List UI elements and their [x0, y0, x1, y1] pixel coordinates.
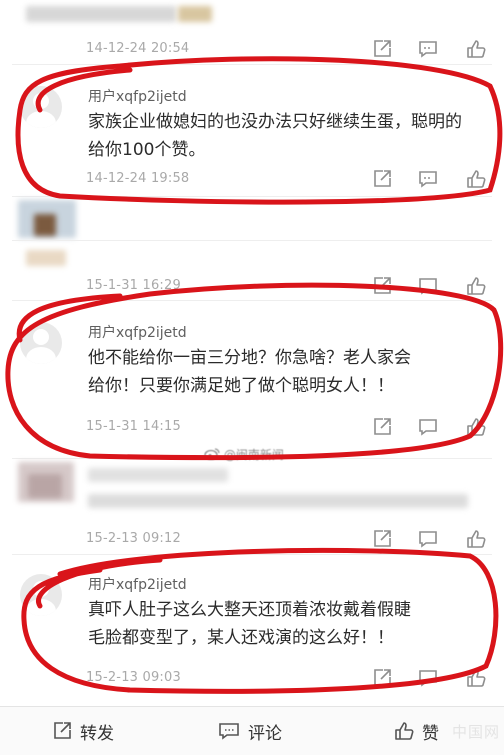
- bottom-action-bar: 转发 评论 赞 中国网: [0, 706, 504, 755]
- like-button[interactable]: 赞: [394, 719, 439, 744]
- corner-watermark: 中国网: [452, 723, 501, 741]
- annotation-circle: [15, 56, 503, 205]
- comment-icon: [219, 723, 239, 740]
- comment-feed-screenshot: 14-12-24 20:54 用户xqfp2ijetd 家族企业做媳妇的也没办法…: [0, 0, 504, 755]
- repost-button[interactable]: 转发: [52, 719, 114, 744]
- repost-icon: [54, 722, 71, 739]
- annotation-circle: [21, 547, 499, 694]
- annotation-circles: [5, 56, 504, 694]
- repost-label: 转发: [80, 723, 114, 744]
- comment-button[interactable]: 评论: [218, 719, 282, 744]
- comment-label: 评论: [248, 723, 282, 744]
- thumbs-up-icon: [395, 722, 414, 740]
- annotation-circle: [5, 282, 504, 461]
- like-label: 赞: [422, 723, 439, 744]
